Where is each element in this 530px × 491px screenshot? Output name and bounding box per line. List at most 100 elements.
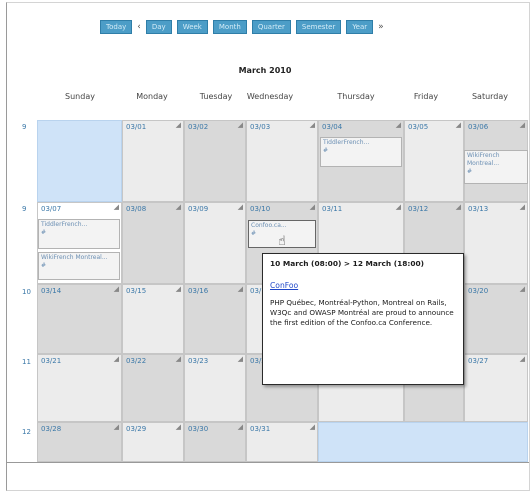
week-number[interactable]: 12 xyxy=(22,428,31,436)
event-link[interactable]: ConFoo xyxy=(270,281,456,290)
today-button[interactable]: Today xyxy=(100,20,133,34)
add-event-icon[interactable]: ◢ xyxy=(396,121,401,129)
day-cell[interactable]: 03/01 ◢ xyxy=(122,120,184,202)
weekday-tuesday: Tuesday xyxy=(199,92,233,101)
day-cell[interactable]: 03/03 ◢ xyxy=(246,120,318,202)
day-cell[interactable] xyxy=(318,422,528,462)
add-event-icon[interactable]: ◢ xyxy=(238,355,243,363)
day-number[interactable]: 03/11 xyxy=(322,205,342,213)
event-title[interactable]: TiddlerFrench... xyxy=(41,221,87,228)
week-number[interactable]: 9 xyxy=(22,205,26,213)
add-event-icon[interactable]: ◢ xyxy=(310,203,315,211)
calendar-event[interactable]: TiddlerFrench... # xyxy=(38,219,120,249)
add-event-icon[interactable]: ◢ xyxy=(520,285,525,293)
add-event-icon[interactable]: ◢ xyxy=(456,121,461,129)
add-event-icon[interactable]: ◢ xyxy=(520,121,525,129)
add-event-icon[interactable]: ◢ xyxy=(520,355,525,363)
add-event-icon[interactable]: ◢ xyxy=(114,355,119,363)
day-number[interactable]: 03/03 xyxy=(250,123,270,131)
prev-arrow-icon[interactable]: ‹ xyxy=(137,22,141,32)
add-event-icon[interactable]: ◢ xyxy=(176,203,181,211)
day-number[interactable]: 03/02 xyxy=(188,123,208,131)
week-number[interactable]: 11 xyxy=(22,358,31,366)
day-number[interactable]: 03/22 xyxy=(126,357,146,365)
add-event-icon[interactable]: ◢ xyxy=(238,121,243,129)
divider xyxy=(6,462,529,463)
day-number[interactable]: 03/16 xyxy=(188,287,208,295)
day-view-button[interactable]: Day xyxy=(145,20,172,34)
day-cell[interactable]: 03/15 ◢ xyxy=(122,284,184,354)
month-view-button[interactable]: Month xyxy=(212,20,247,34)
day-number[interactable]: 03/14 xyxy=(41,287,61,295)
add-event-icon[interactable]: ◢ xyxy=(238,423,243,431)
day-cell[interactable]: 03/29 ◢ xyxy=(122,422,184,462)
calendar-event[interactable]: WikiFrench Montreal... # xyxy=(464,150,528,184)
day-number[interactable]: 03/21 xyxy=(41,357,61,365)
add-event-icon[interactable]: ◢ xyxy=(176,285,181,293)
day-number[interactable]: 03/27 xyxy=(468,357,488,365)
add-event-icon[interactable]: ◢ xyxy=(176,355,181,363)
event-title[interactable]: TiddlerFrench... xyxy=(323,139,369,146)
day-number[interactable]: 03/29 xyxy=(126,425,146,433)
day-cell[interactable]: 03/09 ◢ xyxy=(184,202,246,284)
day-cell[interactable]: 03/21 ◢ xyxy=(37,354,122,422)
add-event-icon[interactable]: ◢ xyxy=(114,285,119,293)
day-number[interactable]: 03/08 xyxy=(126,205,146,213)
add-event-icon[interactable]: ◢ xyxy=(238,203,243,211)
day-number[interactable]: 03/13 xyxy=(468,205,488,213)
day-cell[interactable]: 03/28 ◢ xyxy=(37,422,122,462)
day-number[interactable]: 03/31 xyxy=(250,425,270,433)
semester-view-button[interactable]: Semester xyxy=(295,20,342,34)
event-title[interactable]: WikiFrench Montreal... xyxy=(467,152,500,167)
quarter-view-button[interactable]: Quarter xyxy=(251,20,291,34)
event-title[interactable]: WikiFrench Montreal... xyxy=(41,254,108,261)
weekday-friday: Friday xyxy=(413,92,439,101)
day-cell[interactable]: 03/14 ◢ xyxy=(37,284,122,354)
day-cell[interactable]: 03/31 ◢ xyxy=(246,422,318,462)
week-number[interactable]: 9 xyxy=(22,123,26,131)
add-event-icon[interactable]: ◢ xyxy=(176,423,181,431)
day-number[interactable]: 03/30 xyxy=(188,425,208,433)
add-event-icon[interactable]: ◢ xyxy=(456,203,461,211)
add-event-icon[interactable]: ◢ xyxy=(310,121,315,129)
day-cell[interactable]: 03/22 ◢ xyxy=(122,354,184,422)
event-title[interactable]: Confoo.ca... xyxy=(251,222,287,229)
add-event-icon[interactable]: ◢ xyxy=(310,423,315,431)
week-number[interactable]: 10 xyxy=(22,288,31,296)
day-cell[interactable]: 03/16 ◢ xyxy=(184,284,246,354)
day-number[interactable]: 03/15 xyxy=(126,287,146,295)
day-cell[interactable]: 03/20 ◢ xyxy=(464,284,528,354)
day-number[interactable]: 03/07 xyxy=(41,205,61,213)
add-event-icon[interactable]: ◢ xyxy=(114,423,119,431)
next-arrow-icon[interactable]: » xyxy=(378,22,384,32)
day-cell[interactable]: 03/23 ◢ xyxy=(184,354,246,422)
week-view-button[interactable]: Week xyxy=(176,20,208,34)
day-number[interactable]: 03/09 xyxy=(188,205,208,213)
day-cell[interactable]: 03/30 ◢ xyxy=(184,422,246,462)
day-number[interactable]: 03/20 xyxy=(468,287,488,295)
day-number[interactable]: 03/04 xyxy=(322,123,342,131)
add-event-icon[interactable]: ◢ xyxy=(396,203,401,211)
day-number[interactable]: 03/06 xyxy=(468,123,488,131)
day-cell[interactable]: 03/08 ◢ xyxy=(122,202,184,284)
day-number[interactable]: 03/01 xyxy=(126,123,146,131)
add-event-icon[interactable]: ◢ xyxy=(114,203,119,211)
day-cell[interactable]: 03/05 ◢ xyxy=(404,120,464,202)
year-view-button[interactable]: Year xyxy=(346,20,374,34)
day-number[interactable]: 03/28 xyxy=(41,425,61,433)
weekday-thursday: Thursday xyxy=(337,92,375,101)
event-mark: # xyxy=(41,229,47,236)
add-event-icon[interactable]: ◢ xyxy=(238,285,243,293)
day-number[interactable]: 03/05 xyxy=(408,123,428,131)
day-number[interactable]: 03/23 xyxy=(188,357,208,365)
day-cell[interactable] xyxy=(37,120,122,202)
day-cell[interactable]: 03/02 ◢ xyxy=(184,120,246,202)
calendar-event[interactable]: TiddlerFrench... # xyxy=(320,137,402,167)
day-cell[interactable]: 03/13 ◢ xyxy=(464,202,528,284)
calendar-event[interactable]: WikiFrench Montreal... # xyxy=(38,252,120,280)
day-number[interactable]: 03/10 xyxy=(250,205,270,213)
day-cell[interactable]: 03/27 ◢ xyxy=(464,354,528,422)
add-event-icon[interactable]: ◢ xyxy=(176,121,181,129)
add-event-icon[interactable]: ◢ xyxy=(520,203,525,211)
day-number[interactable]: 03/12 xyxy=(408,205,428,213)
